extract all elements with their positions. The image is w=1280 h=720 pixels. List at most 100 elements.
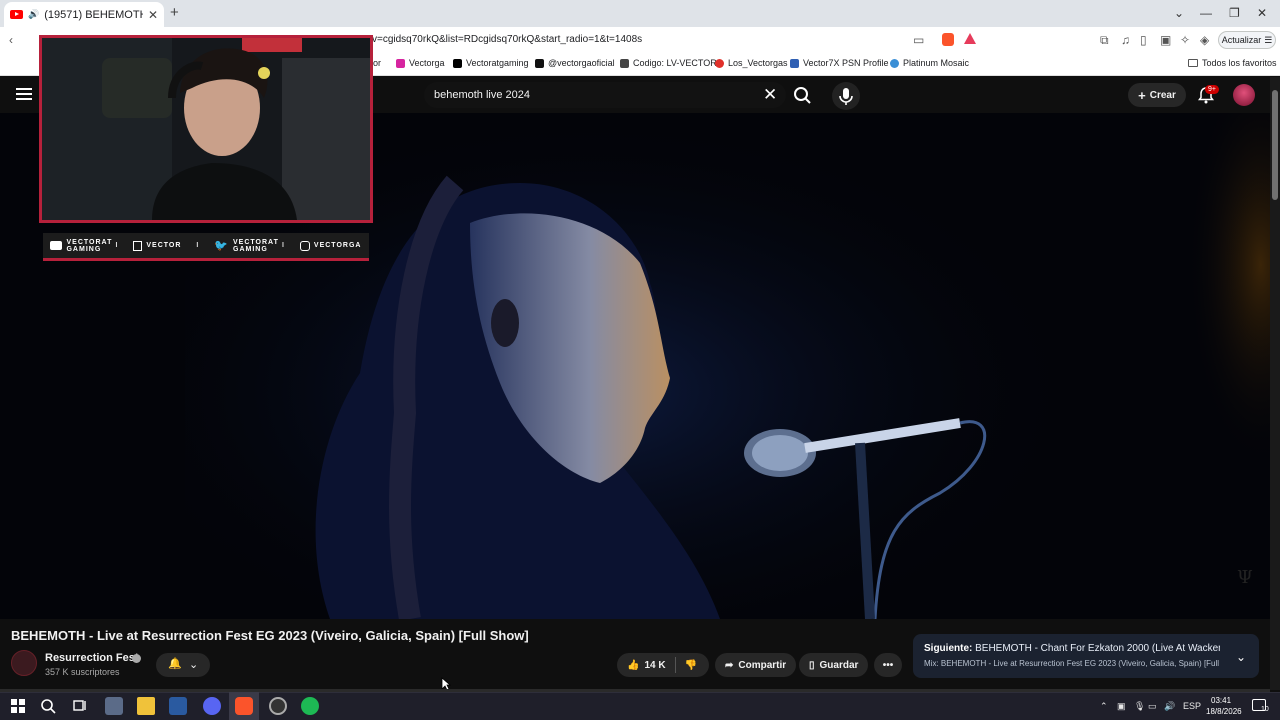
divider bbox=[674, 657, 676, 673]
next-video-playlist: Mix: BEHEMOTH - Live at Resurrection Fes… bbox=[924, 659, 1220, 668]
brave-browser-icon[interactable] bbox=[235, 697, 253, 715]
speaker-icon: 🔊 bbox=[28, 9, 40, 19]
subscription-bell-button[interactable]: 🔔 ⌄ bbox=[156, 653, 210, 677]
plus-icon: + bbox=[1138, 87, 1146, 103]
address-bar[interactable]: v=cgidsq70rkQ&list=RDcgidsq70rkQ&start_r… bbox=[372, 34, 642, 45]
maximize-icon[interactable]: ❐ bbox=[1229, 6, 1240, 20]
wallet-icon[interactable]: ▣ bbox=[1160, 33, 1171, 47]
video-title: BEHEMOTH - Live at Resurrection Fest EG … bbox=[11, 628, 529, 643]
task-view-icon[interactable] bbox=[71, 697, 89, 715]
back-icon[interactable]: ‹ bbox=[9, 33, 13, 47]
bookmark-item[interactable]: Codigo: LV-VECTOR bbox=[620, 58, 717, 68]
notification-count: 10 bbox=[1261, 706, 1269, 713]
psn-icon bbox=[790, 58, 799, 68]
extensions-icon[interactable]: ⧉ bbox=[1100, 33, 1109, 48]
volume-icon[interactable]: 🔊 bbox=[1164, 701, 1175, 712]
mosaic-icon bbox=[890, 58, 899, 68]
clock-time[interactable]: 03:41 bbox=[1211, 696, 1231, 705]
new-tab-button[interactable]: + bbox=[170, 4, 179, 21]
social-twitch: VECTOR bbox=[133, 240, 181, 251]
spotify-icon[interactable] bbox=[301, 697, 319, 715]
tab-title: (19571) BEHEMOTH - Live at bbox=[44, 8, 143, 21]
voice-search-button[interactable] bbox=[832, 82, 860, 110]
next-video-card[interactable] bbox=[913, 634, 1259, 678]
obs-icon[interactable] bbox=[269, 697, 287, 715]
taskbar bbox=[0, 692, 1280, 720]
folder-icon bbox=[1188, 59, 1198, 67]
share-button[interactable]: ➦ Compartir bbox=[715, 653, 797, 677]
notification-badge: 9+ bbox=[1205, 85, 1219, 94]
microphone-icon[interactable]: 🎙 bbox=[1134, 701, 1145, 712]
channel-avatar[interactable] bbox=[11, 650, 37, 676]
language-indicator[interactable]: ESP bbox=[1183, 701, 1201, 711]
scrollbar-thumb[interactable] bbox=[1272, 90, 1278, 200]
save-label: Guardar bbox=[819, 659, 859, 671]
brave-shield-icon[interactable] bbox=[942, 33, 954, 46]
bell-icon: 🔔 bbox=[168, 658, 182, 670]
bookmark-item[interactable]: @vectorgaoficial bbox=[535, 58, 615, 68]
webcam-feed bbox=[42, 38, 370, 220]
clock-date[interactable]: 18/8/2026 bbox=[1206, 707, 1242, 716]
hamburger-menu-icon[interactable] bbox=[16, 88, 32, 100]
app-tray-icon[interactable]: ▣ bbox=[1117, 701, 1126, 712]
tag-icon bbox=[620, 58, 629, 68]
search-icon[interactable] bbox=[39, 697, 57, 715]
bookmark-item[interactable]: Platinum Mosaic bbox=[890, 58, 969, 68]
minimize-icon[interactable]: — bbox=[1200, 6, 1212, 20]
like-button[interactable]: 👍 14 K bbox=[627, 660, 666, 671]
app-icon[interactable] bbox=[105, 697, 123, 715]
clear-search-icon[interactable]: ✕ bbox=[763, 85, 777, 105]
app-icon[interactable] bbox=[169, 697, 187, 715]
social-youtube: VECTORAT GAMING bbox=[50, 239, 111, 253]
search-button[interactable] bbox=[786, 82, 818, 108]
bookmark-item[interactable]: Los_Vectorgas bbox=[715, 58, 788, 68]
network-icon[interactable]: ▭ bbox=[1148, 701, 1157, 712]
tiktok-icon bbox=[535, 58, 544, 68]
like-count: 14 K bbox=[644, 659, 666, 671]
subscriber-count: 357 K suscriptores bbox=[45, 667, 120, 677]
create-label: Crear bbox=[1149, 89, 1176, 101]
media-icon[interactable]: ♫ bbox=[1121, 33, 1130, 47]
save-button[interactable]: ▯ Guardar bbox=[799, 653, 869, 677]
cast-icon[interactable]: ▭ bbox=[913, 33, 924, 47]
dislike-button[interactable]: 👎 bbox=[685, 660, 697, 671]
chevron-down-icon: ⌄ bbox=[189, 659, 199, 671]
browser-tab[interactable]: 🔊 (19571) BEHEMOTH - Live at ✕ bbox=[4, 2, 164, 27]
brave-rewards-icon[interactable] bbox=[964, 33, 976, 44]
windows-start-icon[interactable] bbox=[9, 697, 27, 715]
tab-close-icon[interactable]: ✕ bbox=[148, 8, 158, 22]
menu-icon: ☰ bbox=[1264, 34, 1273, 45]
all-favorites-folder[interactable]: Todos los favoritos bbox=[1188, 58, 1277, 68]
social-instagram: VECTORGA bbox=[299, 240, 362, 251]
bookmark-item[interactable]: Vector7X PSN Profile bbox=[790, 58, 889, 68]
discord-icon[interactable] bbox=[203, 697, 221, 715]
chevron-up-icon[interactable]: ⌃ bbox=[1100, 701, 1108, 712]
youtube-icon bbox=[50, 241, 63, 250]
leo-ai-icon[interactable]: ✧ bbox=[1180, 33, 1190, 47]
next-video-title: Siguiente: BEHEMOTH - Chant For Ezkaton … bbox=[924, 643, 1220, 654]
more-actions-button[interactable]: ••• bbox=[874, 653, 902, 677]
chevron-down-icon[interactable]: ⌄ bbox=[1236, 650, 1246, 664]
share-icon: ➦ bbox=[725, 659, 734, 671]
channel-name[interactable]: Resurrection Fest bbox=[45, 652, 139, 664]
search-icon bbox=[794, 87, 811, 104]
instagram-icon bbox=[396, 58, 405, 68]
bookmark-item[interactable]: Vectoratgaming bbox=[453, 58, 529, 68]
close-window-icon[interactable]: ✕ bbox=[1257, 6, 1267, 20]
file-explorer-icon[interactable] bbox=[137, 697, 155, 715]
sidebar-icon[interactable]: ▯ bbox=[1140, 33, 1147, 47]
verified-icon bbox=[132, 654, 141, 663]
tab-search-icon[interactable]: ⌄ bbox=[1174, 6, 1184, 20]
account-avatar[interactable] bbox=[1233, 84, 1255, 106]
update-label: Actualizar bbox=[1221, 35, 1262, 45]
youtube-favicon-icon bbox=[10, 10, 23, 19]
reddit-icon bbox=[715, 58, 724, 68]
update-button[interactable]: Actualizar ☰ bbox=[1218, 31, 1276, 49]
create-button[interactable]: + Crear bbox=[1128, 83, 1186, 107]
thumbs-up-icon: 👍 bbox=[627, 659, 640, 671]
svg-text:Ψ: Ψ bbox=[1237, 567, 1253, 588]
bookmark-item[interactable]: Vectorga bbox=[396, 58, 445, 68]
social-twitter: 🐦 VECTORAT GAMING bbox=[214, 238, 279, 253]
browser-tab-strip bbox=[0, 0, 1280, 27]
vpn-icon[interactable]: ◈ bbox=[1200, 33, 1209, 47]
